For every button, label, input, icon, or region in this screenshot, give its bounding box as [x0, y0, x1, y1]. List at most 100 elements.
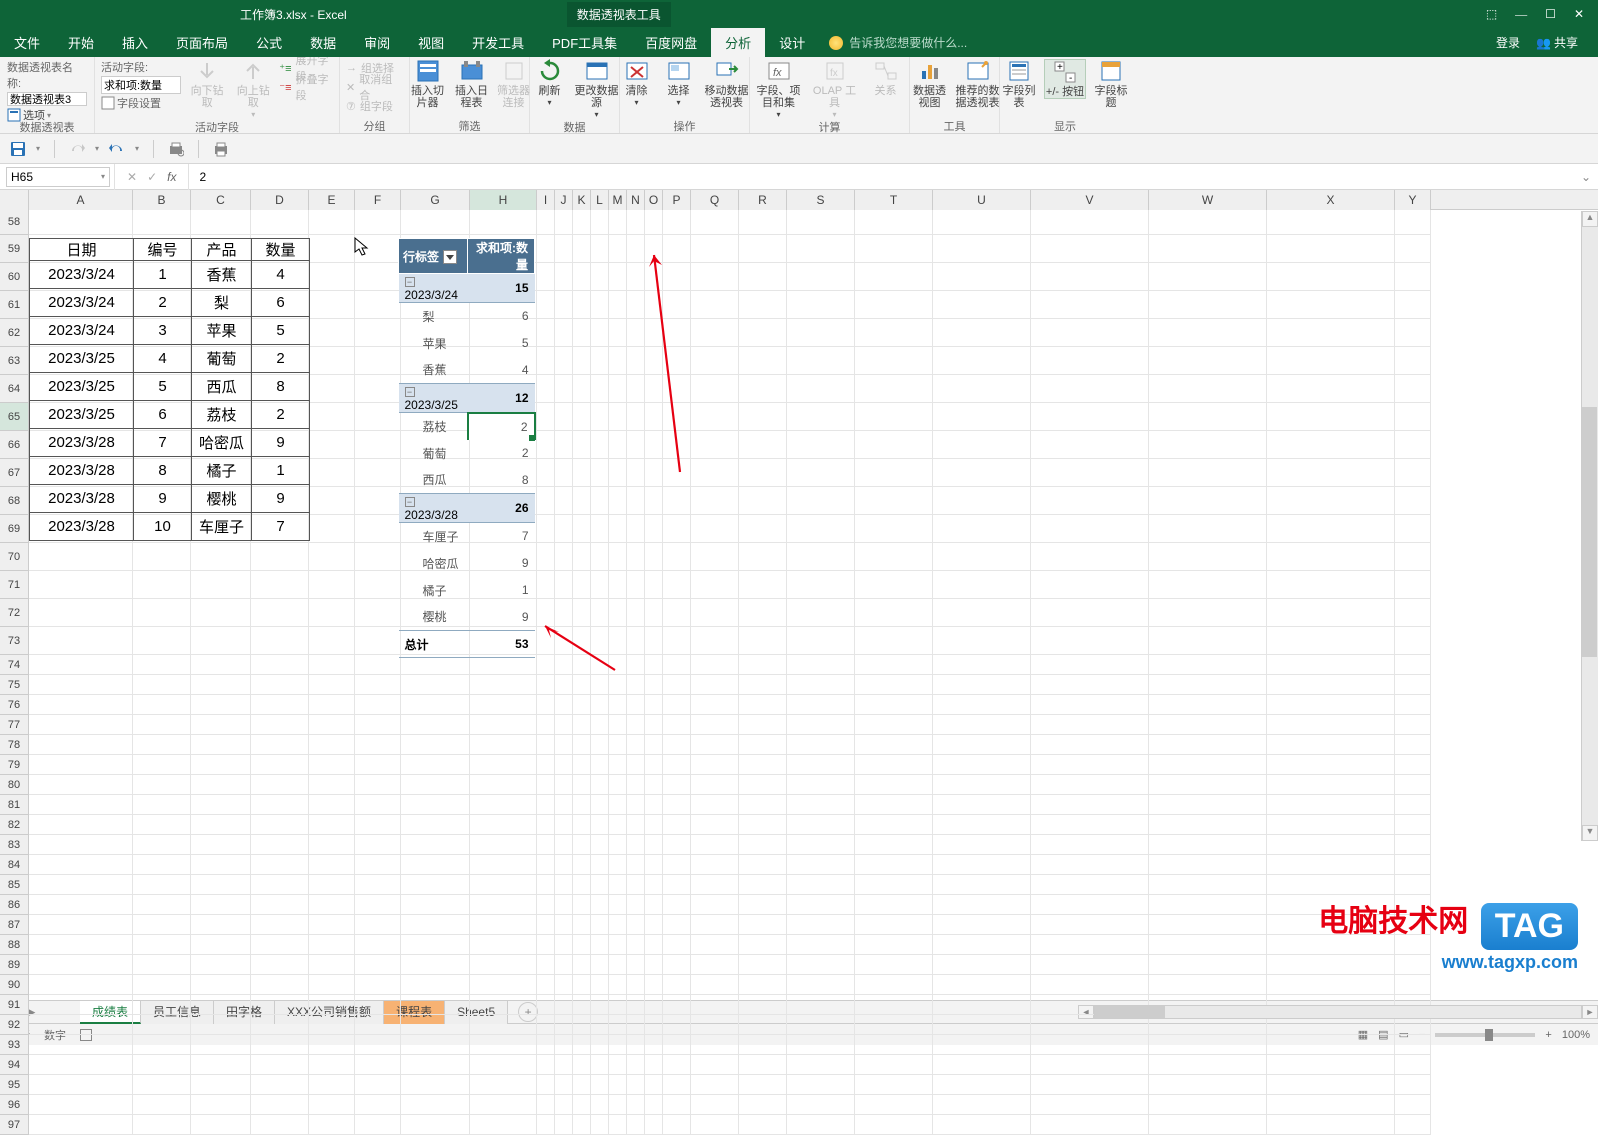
cell-I86[interactable] [537, 895, 555, 915]
cell-Y78[interactable] [1395, 735, 1431, 755]
col-header-W[interactable]: W [1149, 190, 1267, 210]
row-header-91[interactable]: 91 [0, 995, 29, 1015]
cell-F66[interactable] [355, 431, 401, 459]
cell-D72[interactable] [251, 599, 309, 627]
cell-A86[interactable] [29, 895, 133, 915]
close-icon[interactable]: ✕ [1574, 7, 1584, 22]
move-pivot-button[interactable]: 移动数据透视表 [703, 59, 751, 109]
cell-D76[interactable] [251, 695, 309, 715]
cell-R97[interactable] [739, 1115, 787, 1135]
cell-G89[interactable] [401, 955, 470, 975]
cell-D73[interactable] [251, 627, 309, 655]
cell-K66[interactable] [573, 431, 591, 459]
cell-O77[interactable] [645, 715, 663, 735]
cell-T94[interactable] [855, 1055, 933, 1075]
cell-W87[interactable] [1149, 915, 1267, 935]
cell-L71[interactable] [591, 571, 609, 599]
cell-G75[interactable] [401, 675, 470, 695]
cell-I92[interactable] [537, 1015, 555, 1035]
cell-Y81[interactable] [1395, 795, 1431, 815]
col-header-Y[interactable]: Y [1395, 190, 1431, 210]
cell-G90[interactable] [401, 975, 470, 995]
col-header-F[interactable]: F [355, 190, 401, 210]
cell-E86[interactable] [309, 895, 355, 915]
cell-D94[interactable] [251, 1055, 309, 1075]
cell-K93[interactable] [573, 1035, 591, 1055]
cell-E66[interactable] [309, 431, 355, 459]
cell-T61[interactable] [855, 291, 933, 319]
cell-X58[interactable] [1267, 210, 1395, 235]
row-header-86[interactable]: 86 [0, 895, 29, 915]
cell-F74[interactable] [355, 655, 401, 675]
cell-M62[interactable] [609, 319, 627, 347]
cell-M85[interactable] [609, 875, 627, 895]
cell-T77[interactable] [855, 715, 933, 735]
cell-W65[interactable] [1149, 403, 1267, 431]
cell-Y74[interactable] [1395, 655, 1431, 675]
cell-J95[interactable] [555, 1075, 573, 1095]
cell-M66[interactable] [609, 431, 627, 459]
cell-J59[interactable] [555, 235, 573, 263]
col-header-D[interactable]: D [251, 190, 309, 210]
cell-Q97[interactable] [691, 1115, 739, 1135]
cell-N91[interactable] [627, 995, 645, 1015]
cell-R62[interactable] [739, 319, 787, 347]
cell-Y67[interactable] [1395, 459, 1431, 487]
cell-Q58[interactable] [691, 210, 739, 235]
cell-T80[interactable] [855, 775, 933, 795]
cell-H90[interactable] [470, 975, 537, 995]
cell-W62[interactable] [1149, 319, 1267, 347]
cell-V79[interactable] [1031, 755, 1149, 775]
cell-E91[interactable] [309, 995, 355, 1015]
cell-S95[interactable] [787, 1075, 855, 1095]
cell-K80[interactable] [573, 775, 591, 795]
cell-L84[interactable] [591, 855, 609, 875]
cell-M91[interactable] [609, 995, 627, 1015]
cell-Q73[interactable] [691, 627, 739, 655]
cell-P75[interactable] [663, 675, 691, 695]
cell-V71[interactable] [1031, 571, 1149, 599]
cell-X79[interactable] [1267, 755, 1395, 775]
cell-F88[interactable] [355, 935, 401, 955]
cell-M76[interactable] [609, 695, 627, 715]
cell-H81[interactable] [470, 795, 537, 815]
cell-F65[interactable] [355, 403, 401, 431]
vscroll-thumb[interactable] [1582, 407, 1597, 657]
cell-M90[interactable] [609, 975, 627, 995]
cell-S70[interactable] [787, 543, 855, 571]
cell-Q80[interactable] [691, 775, 739, 795]
cell-F94[interactable] [355, 1055, 401, 1075]
cell-N76[interactable] [627, 695, 645, 715]
cell-U77[interactable] [933, 715, 1031, 735]
cell-P76[interactable] [663, 695, 691, 715]
row-header-92[interactable]: 92 [0, 1015, 29, 1035]
cell-V74[interactable] [1031, 655, 1149, 675]
cell-O78[interactable] [645, 735, 663, 755]
cell-B91[interactable] [133, 995, 191, 1015]
cell-U66[interactable] [933, 431, 1031, 459]
cell-Y62[interactable] [1395, 319, 1431, 347]
cell-D90[interactable] [251, 975, 309, 995]
pivot-item[interactable]: 车厘子 [399, 523, 468, 550]
col-header-P[interactable]: P [663, 190, 691, 210]
cell-E65[interactable] [309, 403, 355, 431]
cell-N88[interactable] [627, 935, 645, 955]
cell-Y58[interactable] [1395, 210, 1431, 235]
cell-T95[interactable] [855, 1075, 933, 1095]
cell-Y65[interactable] [1395, 403, 1431, 431]
cell-M93[interactable] [609, 1035, 627, 1055]
cell-U89[interactable] [933, 955, 1031, 975]
cell-Q79[interactable] [691, 755, 739, 775]
cell-Q69[interactable] [691, 515, 739, 543]
cell-H91[interactable] [470, 995, 537, 1015]
cell-N72[interactable] [627, 599, 645, 627]
cell-C91[interactable] [191, 995, 251, 1015]
cell-D85[interactable] [251, 875, 309, 895]
cell-L85[interactable] [591, 875, 609, 895]
cell-P85[interactable] [663, 875, 691, 895]
cell-S65[interactable] [787, 403, 855, 431]
cell-Y59[interactable] [1395, 235, 1431, 263]
cell-L80[interactable] [591, 775, 609, 795]
cell-J97[interactable] [555, 1115, 573, 1135]
cell-Q94[interactable] [691, 1055, 739, 1075]
